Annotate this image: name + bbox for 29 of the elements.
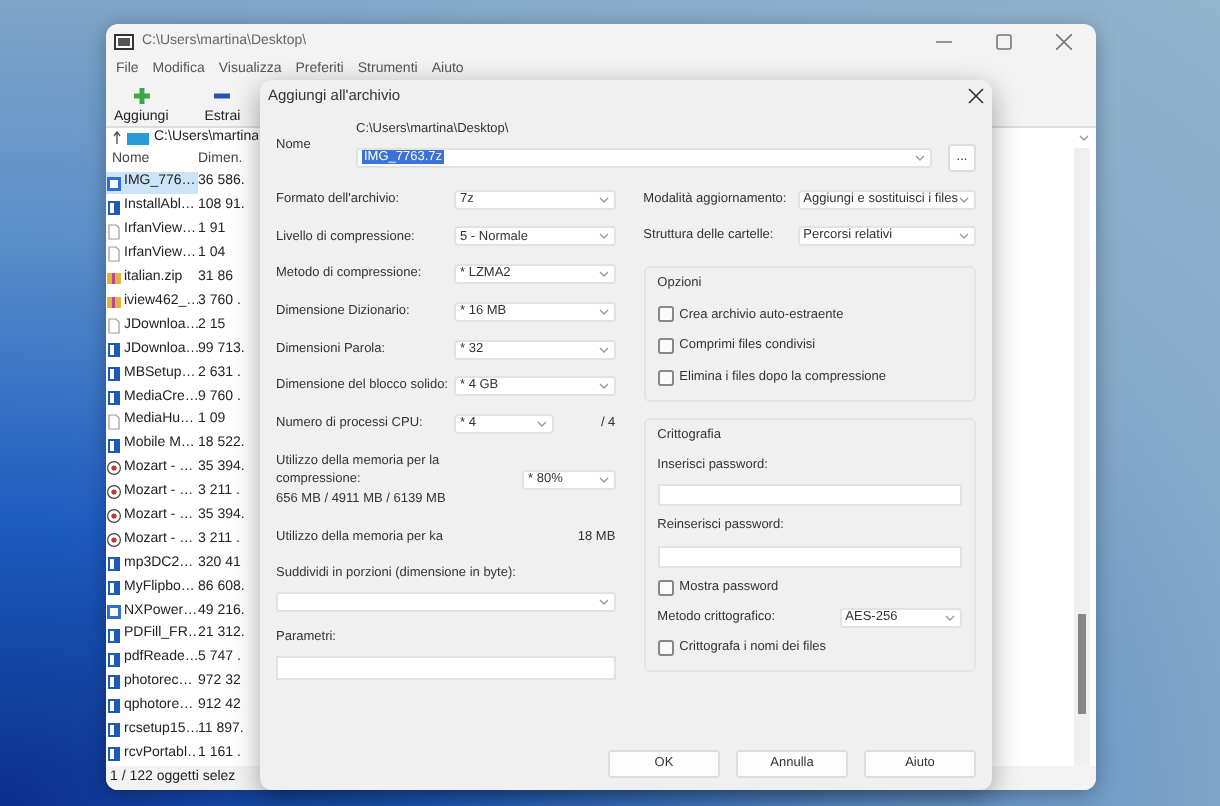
checkbox[interactable] <box>657 579 674 596</box>
password-field[interactable] <box>657 546 962 568</box>
chevron-icon <box>597 305 610 318</box>
drive-icon <box>126 131 150 145</box>
password-field[interactable] <box>657 484 962 507</box>
checkbox[interactable] <box>657 369 674 386</box>
up-arrow-icon[interactable] <box>112 130 122 146</box>
chevron-icon <box>536 417 548 430</box>
scrollbar-thumb[interactable] <box>1078 614 1086 714</box>
text-field[interactable] <box>276 656 616 681</box>
checkbox[interactable] <box>657 338 674 355</box>
close-icon[interactable] <box>968 88 984 104</box>
chevron-icon <box>597 268 610 281</box>
app-icon <box>114 34 134 50</box>
chevron-icon <box>597 343 610 355</box>
maximize-icon[interactable] <box>996 34 1012 50</box>
chevron-icon <box>597 380 610 393</box>
checkbox[interactable] <box>657 639 674 656</box>
chevron-icon <box>958 229 970 242</box>
chevron-icon <box>597 595 610 608</box>
chevron-icon <box>597 230 610 243</box>
chevron-icon[interactable] <box>1078 132 1090 144</box>
chevron-icon <box>914 151 926 164</box>
chevron-icon <box>944 611 956 624</box>
checkbox[interactable] <box>657 306 674 323</box>
chevron-icon <box>958 193 970 206</box>
chevron-icon <box>597 474 610 487</box>
plus-icon <box>131 85 152 105</box>
chevron-icon <box>597 193 610 206</box>
